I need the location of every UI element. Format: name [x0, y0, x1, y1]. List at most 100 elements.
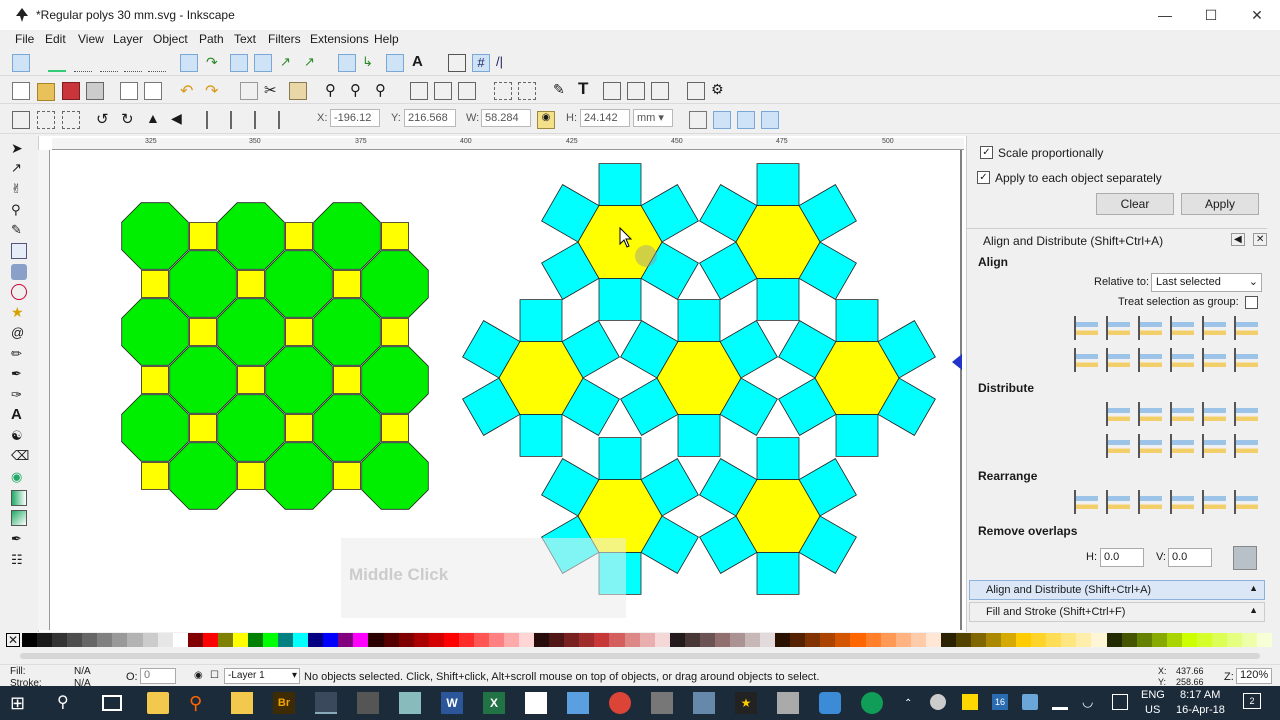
tray-app-icon[interactable] [930, 694, 946, 710]
octagon-square-tiling[interactable] [121, 202, 429, 510]
align-text-baseline-icon[interactable] [1234, 348, 1258, 372]
snap-bbox-corner-icon[interactable] [100, 54, 118, 72]
distribute-right-icon[interactable] [1170, 402, 1194, 426]
exchange-positions-icon[interactable] [1106, 490, 1130, 514]
app-chart-icon[interactable] [525, 692, 547, 714]
task-view-icon[interactable] [102, 695, 122, 711]
move-gradients-button[interactable] [737, 111, 755, 129]
drawing-svg[interactable]: Middle Click [39, 136, 967, 632]
horizontal-scrollbar[interactable] [0, 648, 1280, 664]
octagon-tile[interactable] [265, 346, 333, 414]
square-tile[interactable] [381, 414, 409, 442]
color-swatch[interactable] [172, 633, 188, 647]
ellipse-tool-icon[interactable] [11, 284, 27, 300]
square-tile[interactable] [333, 270, 361, 298]
clock-time[interactable]: 8:17 AM [1180, 689, 1220, 701]
align-bottom-edge-icon[interactable] [1074, 348, 1098, 372]
color-swatch[interactable] [790, 633, 806, 647]
zoom-tool-icon[interactable]: ⚲ [11, 202, 27, 218]
octagon-tile[interactable] [361, 442, 429, 510]
app-notepad-icon[interactable] [147, 692, 169, 714]
snap-bbox-center-icon[interactable] [148, 54, 166, 72]
import-icon[interactable] [120, 82, 138, 100]
color-swatch[interactable] [338, 633, 354, 647]
ungroup-icon[interactable] [518, 82, 536, 100]
center-vertical-axis-icon[interactable] [1138, 316, 1162, 340]
octagon-tile[interactable] [169, 346, 237, 414]
app-camera-icon[interactable] [651, 692, 673, 714]
tray-notes-icon[interactable] [962, 694, 978, 710]
color-swatch[interactable] [1016, 633, 1032, 647]
color-swatch[interactable] [443, 633, 459, 647]
square-tile[interactable] [756, 552, 800, 595]
color-swatch[interactable] [202, 633, 218, 647]
exchange-clockwise-icon[interactable] [1170, 490, 1194, 514]
snap-bbox-midpoint-icon[interactable] [124, 54, 142, 72]
redo-icon[interactable]: ↷ [205, 81, 223, 100]
color-swatch[interactable] [1076, 633, 1092, 647]
copy-icon[interactable] [240, 82, 258, 100]
color-swatch[interactable] [217, 633, 233, 647]
dock-tab-fill-stroke[interactable]: Fill and Stroke (Shift+Ctrl+F) ▲ [969, 602, 1265, 622]
dock-tab-align[interactable]: Align and Distribute (Shift+Ctrl+A) ▲ [969, 580, 1265, 600]
print-icon[interactable] [86, 82, 104, 100]
lock-icon[interactable]: ☐ [210, 670, 219, 681]
new-document-icon[interactable] [12, 82, 30, 100]
color-swatch[interactable] [82, 633, 98, 647]
distribute-bottom-icon[interactable] [1170, 434, 1194, 458]
deselect-icon[interactable] [62, 111, 80, 129]
octagon-tile[interactable] [265, 250, 333, 318]
distribute-top-icon[interactable] [1106, 434, 1130, 458]
measure-tool-icon[interactable]: ✎ [11, 222, 27, 238]
color-swatch[interactable] [323, 633, 339, 647]
square-tile[interactable] [677, 413, 721, 457]
color-swatch[interactable] [398, 633, 414, 647]
square-tile[interactable] [141, 462, 169, 490]
connector-tool-icon[interactable]: ☷ [11, 552, 27, 568]
square-tile[interactable] [519, 299, 563, 343]
square-tile[interactable] [189, 222, 217, 250]
align-top-edge-icon[interactable] [1106, 348, 1130, 372]
snap-smooth-button[interactable] [254, 54, 272, 72]
tray-dropbox-icon[interactable] [1022, 694, 1038, 710]
distribute-gaps-v-icon[interactable] [1202, 434, 1226, 458]
square-tile[interactable] [285, 318, 313, 346]
distribute-baseline-h-icon[interactable] [1234, 402, 1258, 426]
color-swatch[interactable] [654, 633, 670, 647]
layer-select[interactable]: -Layer 1 ▾ [224, 668, 300, 684]
align-top-sides-icon[interactable] [1202, 348, 1226, 372]
snap-others-button[interactable] [338, 54, 356, 72]
app-file-explorer-icon[interactable] [231, 692, 253, 714]
remove-overlaps-node-icon[interactable] [1234, 490, 1258, 514]
color-swatch[interactable] [986, 633, 1002, 647]
save-icon[interactable] [62, 82, 80, 100]
color-swatch[interactable] [278, 633, 294, 647]
color-swatch[interactable] [1136, 633, 1152, 647]
color-swatch[interactable] [925, 633, 941, 647]
color-swatch[interactable] [835, 633, 851, 647]
color-swatch[interactable] [1257, 633, 1273, 647]
color-swatch[interactable] [669, 633, 685, 647]
color-swatch[interactable] [428, 633, 444, 647]
mesh-tool-icon[interactable] [11, 510, 27, 526]
distribute-left-icon[interactable] [1106, 402, 1130, 426]
app-floppy-icon[interactable] [693, 692, 715, 714]
h-field[interactable]: 24.142 [580, 109, 630, 127]
scrollbar-thumb[interactable] [20, 653, 1260, 659]
align-distribute-icon[interactable] [651, 82, 669, 100]
color-swatch[interactable] [142, 633, 158, 647]
octagon-tile[interactable] [169, 250, 237, 318]
app-word-icon[interactable]: W [441, 692, 463, 714]
dropper-tool-icon[interactable]: ✒ [11, 531, 27, 547]
color-swatch[interactable] [534, 633, 550, 647]
color-swatch[interactable] [52, 633, 68, 647]
square-tile[interactable] [756, 163, 800, 207]
paint-bucket-tool-icon[interactable]: ◉ [11, 469, 27, 485]
color-swatch[interactable] [308, 633, 324, 647]
square-tile[interactable] [835, 299, 879, 343]
square-tile[interactable] [141, 366, 169, 394]
color-swatch[interactable] [1046, 633, 1062, 647]
color-swatch[interactable] [1166, 633, 1182, 647]
snap-center-icon[interactable]: ↗ [304, 54, 322, 72]
color-swatch[interactable] [970, 633, 986, 647]
